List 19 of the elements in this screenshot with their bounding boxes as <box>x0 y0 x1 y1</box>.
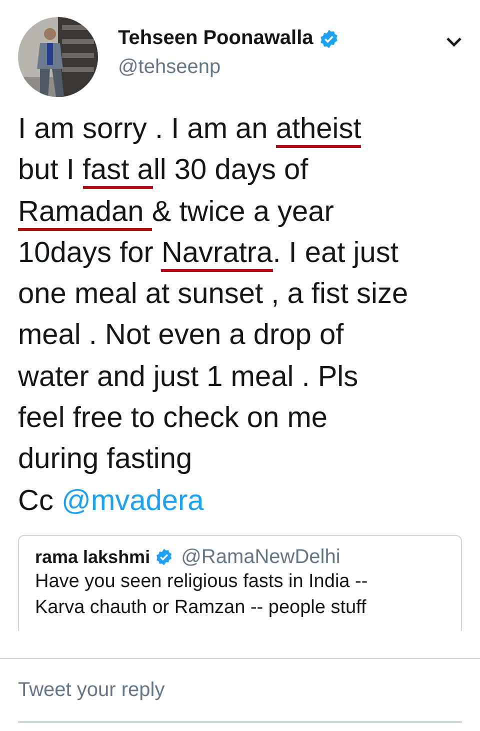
quoted-author-handle: @RamaNewDelhi <box>181 546 340 569</box>
tweet-text-line: one meal at sunset , a fist size <box>18 277 408 312</box>
author-handle[interactable]: @tehseenp <box>118 56 426 79</box>
quoted-tweet-text: Have you seen religious fasts in India -- <box>35 570 368 594</box>
reply-field[interactable]: Tweet your reply <box>18 659 462 723</box>
tweet-text-line: I am sorry . I am an atheist <box>18 109 362 150</box>
tweet-text-line: during fasting <box>18 442 192 478</box>
tweet-text-line: but I fast all 30 days of <box>18 150 308 192</box>
quoted-tweet-text: Karva chauth or Ramzan -- people stuff <box>35 596 366 620</box>
tweet-text-line: 10days for Navratra. I eat just <box>18 232 398 274</box>
tweet-text-line: meal . Not even a drop of <box>18 318 344 354</box>
author-name[interactable]: Tehseen Poonawalla <box>118 27 314 50</box>
quoted-author-name: rama lakshmi <box>35 546 150 568</box>
tweet-text-line: water and just 1 meal . Pls <box>18 360 358 395</box>
tweet-text-line: feel free to check on me <box>18 401 328 436</box>
tweet-text: Cc <box>18 484 54 517</box>
tweet-text-line: Ramadan & twice a year <box>18 192 334 233</box>
chevron-down-icon[interactable] <box>446 37 462 47</box>
quoted-tweet-card[interactable]: rama lakshmi @RamaNewDelhi Have you seen religious fasts in India -- Karva chauth or Ramzan -- people stuff <box>18 534 462 631</box>
